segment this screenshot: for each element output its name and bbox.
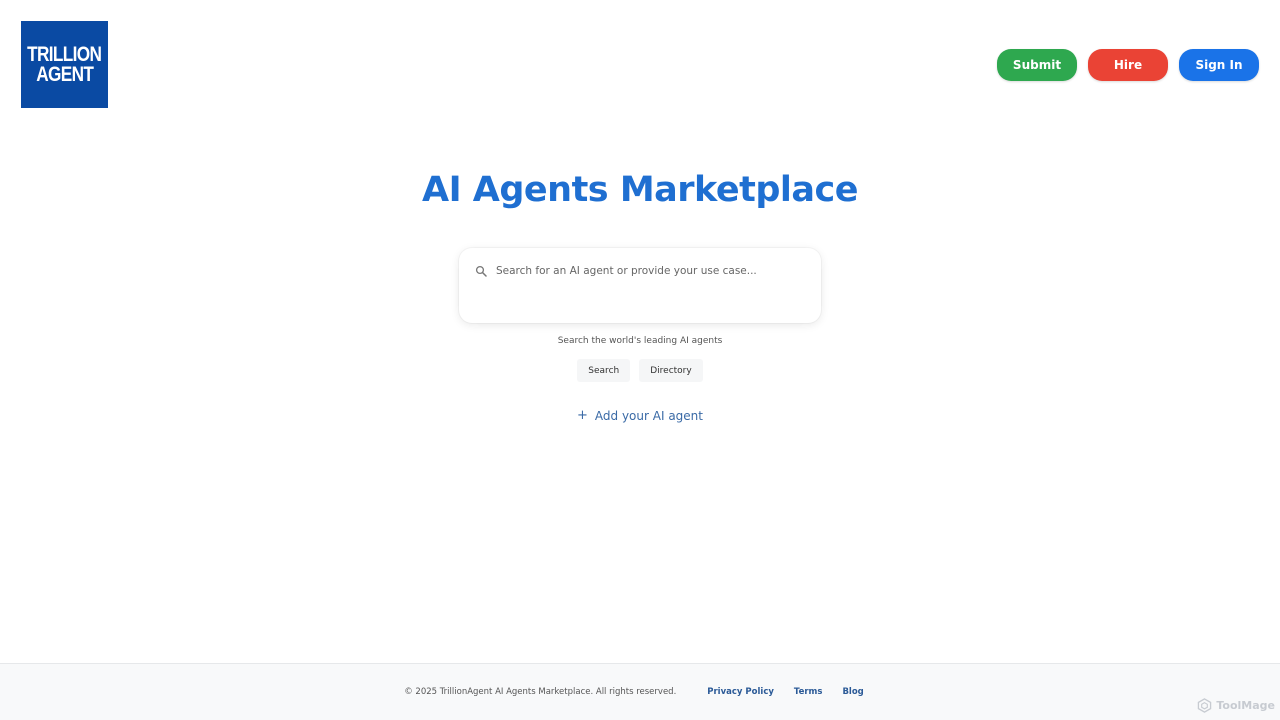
add-agent-link[interactable]: + Add your AI agent <box>577 408 703 423</box>
trillion-agent-logo[interactable]: TRILLION AGENT <box>21 21 108 108</box>
toolmage-watermark: ToolMage <box>1197 698 1275 713</box>
logo-line-1: TRILLION <box>27 42 102 66</box>
watermark-label: ToolMage <box>1216 699 1275 712</box>
plus-icon: + <box>577 408 588 423</box>
hire-button[interactable]: Hire <box>1088 49 1168 81</box>
search-tagline: Search the world's leading AI agents <box>557 336 723 346</box>
page: TRILLION AGENT Submit Hire Sign In AI Ag… <box>0 0 1280 720</box>
header-actions: Submit Hire Sign In <box>997 49 1259 81</box>
search-box[interactable] <box>459 248 821 323</box>
footer-link-blog[interactable]: Blog <box>842 687 863 697</box>
logo-line-2: AGENT <box>35 62 94 86</box>
mode-tabs: Search Directory <box>0 359 1280 382</box>
submit-button[interactable]: Submit <box>997 49 1077 81</box>
add-agent-container: + Add your AI agent <box>0 404 1280 423</box>
footer: © 2025 TrillionAgent AI Agents Marketpla… <box>0 663 1280 720</box>
toolmage-logo-icon <box>1198 698 1212 713</box>
tab-search[interactable]: Search <box>577 359 631 382</box>
footer-link-terms[interactable]: Terms <box>794 687 823 697</box>
search-icon <box>475 265 487 277</box>
tab-directory[interactable]: Directory <box>639 359 703 382</box>
page-title: AI Agents Marketplace <box>421 170 859 210</box>
add-agent-label: Add your AI agent <box>594 408 703 423</box>
search-input[interactable] <box>496 260 806 282</box>
footer-link-privacy-policy[interactable]: Privacy Policy <box>707 687 774 697</box>
footer-copyright: © 2025 TrillionAgent AI Agents Marketpla… <box>404 687 677 697</box>
sign-in-button[interactable]: Sign In <box>1179 49 1259 81</box>
